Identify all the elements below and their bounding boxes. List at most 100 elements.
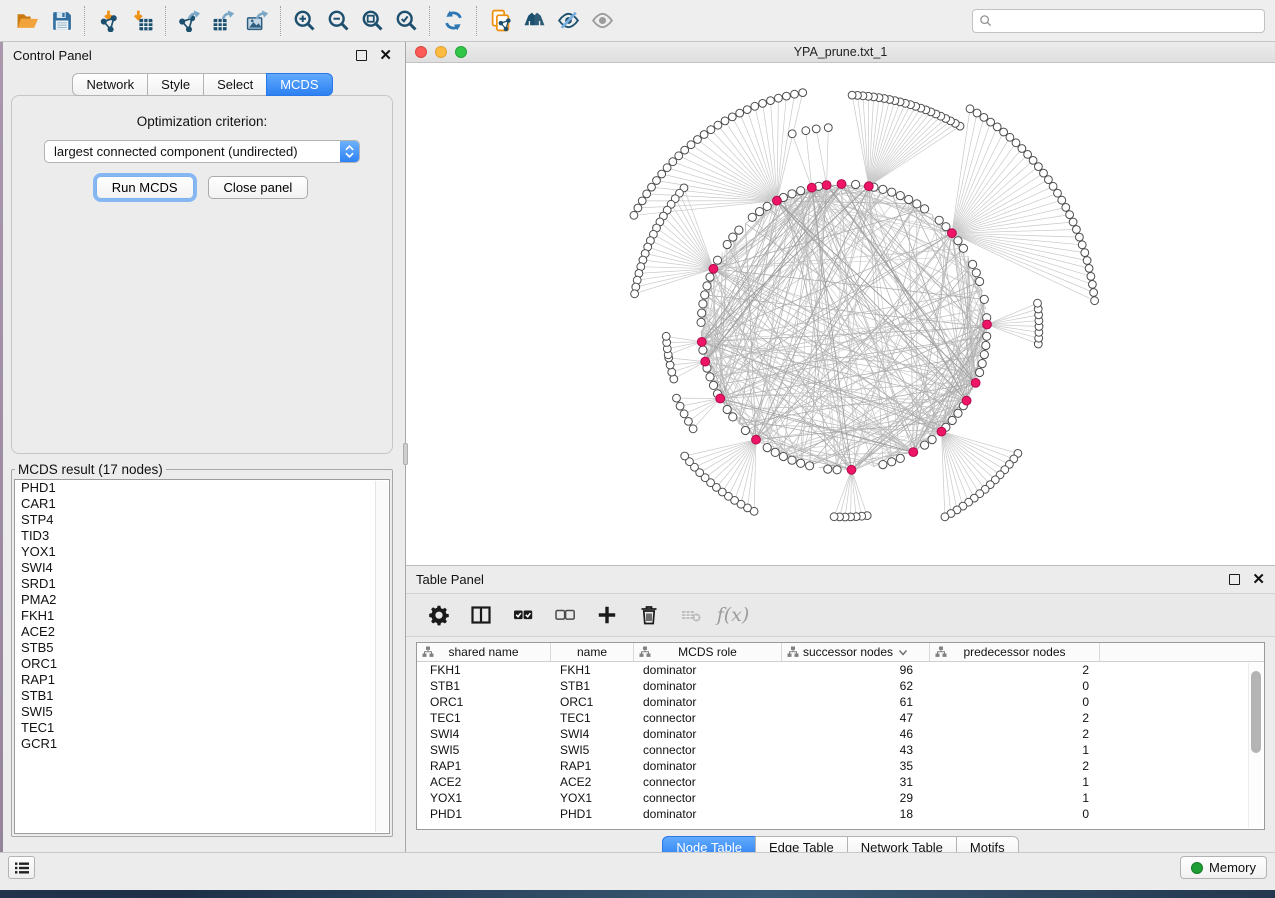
run-mcds-button[interactable]: Run MCDS	[96, 176, 194, 199]
open-file-icon[interactable]	[10, 5, 44, 37]
list-scrollbar[interactable]	[375, 481, 388, 832]
column-header-MCDS-role[interactable]: MCDS role	[634, 643, 782, 661]
mcds-node-item[interactable]: STP4	[15, 512, 389, 528]
cell-predecessor_nodes[interactable]: 1	[930, 774, 1100, 790]
table-row[interactable]: RAP1RAP1dominator352	[417, 758, 1264, 774]
search-box[interactable]	[972, 9, 1265, 33]
cell-mcds_role[interactable]: dominator	[634, 726, 782, 742]
table-row[interactable]: ACE2ACE2connector311	[417, 774, 1264, 790]
task-history-button[interactable]	[8, 856, 35, 879]
zoom-fit-icon[interactable]	[355, 5, 389, 37]
cell-shared_name[interactable]: STB1	[417, 678, 551, 694]
cell-mcds_role[interactable]: connector	[634, 742, 782, 758]
cell-successor_nodes[interactable]: 46	[782, 726, 930, 742]
cell-successor_nodes[interactable]: 47	[782, 710, 930, 726]
cell-predecessor_nodes[interactable]: 0	[930, 806, 1100, 822]
cell-predecessor_nodes[interactable]: 1	[930, 742, 1100, 758]
zoom-selected-icon[interactable]	[389, 5, 423, 37]
cell-predecessor_nodes[interactable]: 2	[930, 662, 1100, 678]
cell-name[interactable]: PHD1	[551, 806, 634, 822]
tab-style[interactable]: Style	[147, 73, 203, 96]
table-row[interactable]: YOX1YOX1connector291	[417, 790, 1264, 806]
export-network-icon[interactable]	[172, 5, 206, 37]
cell-shared_name[interactable]: YOX1	[417, 790, 551, 806]
maximize-window-icon[interactable]	[455, 46, 467, 58]
table-row[interactable]: SWI4SWI4dominator462	[417, 726, 1264, 742]
cell-predecessor_nodes[interactable]: 0	[930, 678, 1100, 694]
network-window-titlebar[interactable]: YPA_prune.txt_1	[406, 42, 1275, 63]
cell-predecessor_nodes[interactable]: 2	[930, 726, 1100, 742]
hide-selected-icon[interactable]	[551, 5, 585, 37]
cell-successor_nodes[interactable]: 31	[782, 774, 930, 790]
mcds-node-item[interactable]: FKH1	[15, 608, 389, 624]
cell-mcds_role[interactable]: dominator	[634, 662, 782, 678]
mcds-node-item[interactable]: ACE2	[15, 624, 389, 640]
cell-shared_name[interactable]: ACE2	[417, 774, 551, 790]
settings-gear-icon[interactable]	[420, 598, 458, 632]
table-scrollbar-thumb[interactable]	[1251, 671, 1261, 753]
cell-successor_nodes[interactable]: 96	[782, 662, 930, 678]
cell-mcds_role[interactable]: dominator	[634, 678, 782, 694]
cell-name[interactable]: SWI4	[551, 726, 634, 742]
cell-predecessor_nodes[interactable]: 0	[930, 694, 1100, 710]
mcds-node-item[interactable]: STB1	[15, 688, 389, 704]
cell-name[interactable]: RAP1	[551, 758, 634, 774]
cell-successor_nodes[interactable]: 18	[782, 806, 930, 822]
mcds-node-item[interactable]: GCR1	[15, 736, 389, 752]
import-network-icon[interactable]	[91, 5, 125, 37]
tab-select[interactable]: Select	[203, 73, 266, 96]
deselect-all-icon[interactable]	[546, 598, 584, 632]
close-panel-button[interactable]: Close panel	[208, 176, 309, 199]
network-canvas[interactable]	[406, 63, 1275, 565]
cell-predecessor_nodes[interactable]: 2	[930, 758, 1100, 774]
zoom-out-icon[interactable]	[321, 5, 355, 37]
column-header-successor-nodes[interactable]: successor nodes	[782, 643, 930, 661]
network-search-icon[interactable]	[517, 5, 551, 37]
export-table-icon[interactable]	[206, 5, 240, 37]
cell-predecessor_nodes[interactable]: 2	[930, 710, 1100, 726]
mcds-node-item[interactable]: YOX1	[15, 544, 389, 560]
export-image-icon[interactable]	[240, 5, 274, 37]
table-scrollbar[interactable]	[1248, 663, 1263, 828]
show-selected-icon[interactable]	[585, 5, 619, 37]
cell-mcds_role[interactable]: dominator	[634, 758, 782, 774]
tab-mcds[interactable]: MCDS	[266, 73, 332, 96]
cell-predecessor_nodes[interactable]: 1	[930, 790, 1100, 806]
cell-shared_name[interactable]: ORC1	[417, 694, 551, 710]
mcds-node-item[interactable]: PMA2	[15, 592, 389, 608]
cell-name[interactable]: STB1	[551, 678, 634, 694]
cell-mcds_role[interactable]: dominator	[634, 694, 782, 710]
column-header-predecessor-nodes[interactable]: predecessor nodes	[930, 643, 1100, 661]
table-row[interactable]: TEC1TEC1connector472	[417, 710, 1264, 726]
delete-column-icon[interactable]	[630, 598, 668, 632]
float-table-panel-icon[interactable]	[1229, 574, 1240, 585]
cell-name[interactable]: ACE2	[551, 774, 634, 790]
cell-successor_nodes[interactable]: 61	[782, 694, 930, 710]
tab-network[interactable]: Network	[72, 73, 147, 96]
split-columns-icon[interactable]	[462, 598, 500, 632]
mcds-node-item[interactable]: TID3	[15, 528, 389, 544]
mcds-node-item[interactable]: ORC1	[15, 656, 389, 672]
optimization-criterion-dropdown[interactable]: largest connected component (undirected)	[44, 140, 360, 163]
close-table-panel-icon[interactable]: ✕	[1252, 574, 1265, 585]
add-column-icon[interactable]	[588, 598, 626, 632]
table-row[interactable]: FKH1FKH1dominator962	[417, 662, 1264, 678]
mcds-node-item[interactable]: STB5	[15, 640, 389, 656]
cell-shared_name[interactable]: RAP1	[417, 758, 551, 774]
cell-name[interactable]: TEC1	[551, 710, 634, 726]
memory-button[interactable]: Memory	[1180, 856, 1267, 879]
cell-name[interactable]: SWI5	[551, 742, 634, 758]
refresh-layout-icon[interactable]	[436, 5, 470, 37]
mcds-node-item[interactable]: SRD1	[15, 576, 389, 592]
mcds-node-item[interactable]: PHD1	[15, 480, 389, 496]
select-all-icon[interactable]	[504, 598, 542, 632]
duplicate-network-icon[interactable]	[483, 5, 517, 37]
cell-successor_nodes[interactable]: 43	[782, 742, 930, 758]
import-table-icon[interactable]	[125, 5, 159, 37]
search-input[interactable]	[998, 14, 1258, 28]
table-row[interactable]: PHD1PHD1dominator180	[417, 806, 1264, 822]
cell-mcds_role[interactable]: connector	[634, 774, 782, 790]
save-session-icon[interactable]	[44, 5, 78, 37]
cell-name[interactable]: YOX1	[551, 790, 634, 806]
float-panel-icon[interactable]	[356, 50, 367, 61]
